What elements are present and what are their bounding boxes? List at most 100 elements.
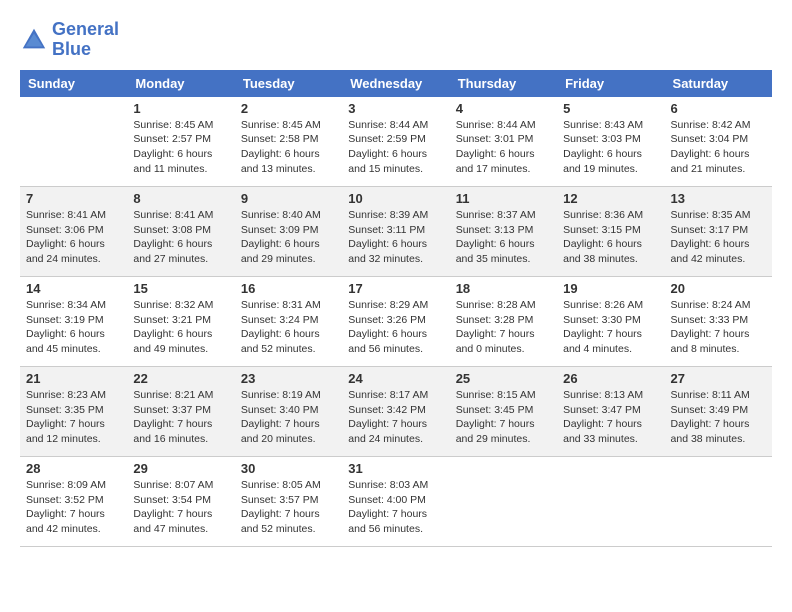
day-info: Sunrise: 8:15 AMSunset: 3:45 PMDaylight:… bbox=[456, 388, 551, 447]
calendar-cell: 26 Sunrise: 8:13 AMSunset: 3:47 PMDayligh… bbox=[557, 367, 664, 457]
day-number: 7 bbox=[26, 191, 121, 206]
calendar-cell: 18 Sunrise: 8:28 AMSunset: 3:28 PMDayligh… bbox=[450, 277, 557, 367]
calendar-cell: 13Sunrise: 8:35 AMSunset: 3:17 PMDayligh… bbox=[665, 187, 772, 277]
calendar-cell: 25 Sunrise: 8:15 AMSunset: 3:45 PMDayligh… bbox=[450, 367, 557, 457]
calendar-cell bbox=[450, 457, 557, 547]
calendar-cell: 21 Sunrise: 8:23 AMSunset: 3:35 PMDayligh… bbox=[20, 367, 127, 457]
day-info: Sunrise: 8:07 AMSunset: 3:54 PMDaylight:… bbox=[133, 478, 228, 537]
calendar-cell: 20Sunrise: 8:24 AMSunset: 3:33 PMDayligh… bbox=[665, 277, 772, 367]
day-number: 15 bbox=[133, 281, 228, 296]
day-info: Sunrise: 8:19 AMSunset: 3:40 PMDaylight:… bbox=[241, 388, 336, 447]
calendar-cell: 3 Sunrise: 8:44 AMSunset: 2:59 PMDaylight… bbox=[342, 97, 449, 187]
calendar-cell: 8 Sunrise: 8:41 AMSunset: 3:08 PMDaylight… bbox=[127, 187, 234, 277]
day-info: Sunrise: 8:43 AMSunset: 3:03 PMDaylight:… bbox=[563, 118, 658, 177]
day-info: Sunrise: 8:31 AMSunset: 3:24 PMDaylight:… bbox=[241, 298, 336, 357]
week-row-3: 14Sunrise: 8:34 AMSunset: 3:19 PMDayligh… bbox=[20, 277, 772, 367]
calendar-cell: 17 Sunrise: 8:29 AMSunset: 3:26 PMDayligh… bbox=[342, 277, 449, 367]
day-number: 20 bbox=[671, 281, 766, 296]
day-info: Sunrise: 8:29 AMSunset: 3:26 PMDaylight:… bbox=[348, 298, 443, 357]
day-number: 5 bbox=[563, 101, 658, 116]
calendar-cell: 11 Sunrise: 8:37 AMSunset: 3:13 PMDayligh… bbox=[450, 187, 557, 277]
day-number: 28 bbox=[26, 461, 121, 476]
day-number: 24 bbox=[348, 371, 443, 386]
day-header-wednesday: Wednesday bbox=[342, 70, 449, 97]
day-info: Sunrise: 8:45 AMSunset: 2:58 PMDaylight:… bbox=[241, 118, 336, 177]
week-row-1: 1 Sunrise: 8:45 AMSunset: 2:57 PMDaylight… bbox=[20, 97, 772, 187]
calendar-cell: 7 Sunrise: 8:41 AMSunset: 3:06 PMDaylight… bbox=[20, 187, 127, 277]
day-number: 6 bbox=[671, 101, 766, 116]
day-number: 12 bbox=[563, 191, 658, 206]
week-row-4: 21 Sunrise: 8:23 AMSunset: 3:35 PMDayligh… bbox=[20, 367, 772, 457]
day-info: Sunrise: 8:13 AMSunset: 3:47 PMDaylight:… bbox=[563, 388, 658, 447]
calendar-cell bbox=[20, 97, 127, 187]
week-row-5: 28 Sunrise: 8:09 AMSunset: 3:52 PMDayligh… bbox=[20, 457, 772, 547]
day-info: Sunrise: 8:35 AMSunset: 3:17 PMDaylight:… bbox=[671, 208, 766, 267]
day-info: Sunrise: 8:03 AMSunset: 4:00 PMDaylight:… bbox=[348, 478, 443, 537]
calendar-cell: 16 Sunrise: 8:31 AMSunset: 3:24 PMDayligh… bbox=[235, 277, 342, 367]
day-header-tuesday: Tuesday bbox=[235, 70, 342, 97]
day-number: 8 bbox=[133, 191, 228, 206]
day-number: 25 bbox=[456, 371, 551, 386]
day-info: Sunrise: 8:05 AMSunset: 3:57 PMDaylight:… bbox=[241, 478, 336, 537]
header-row: SundayMondayTuesdayWednesdayThursdayFrid… bbox=[20, 70, 772, 97]
day-number: 4 bbox=[456, 101, 551, 116]
day-number: 26 bbox=[563, 371, 658, 386]
day-info: Sunrise: 8:42 AMSunset: 3:04 PMDaylight:… bbox=[671, 118, 766, 177]
day-info: Sunrise: 8:44 AMSunset: 2:59 PMDaylight:… bbox=[348, 118, 443, 177]
page-header: General Blue bbox=[20, 20, 772, 60]
day-info: Sunrise: 8:09 AMSunset: 3:52 PMDaylight:… bbox=[26, 478, 121, 537]
day-info: Sunrise: 8:28 AMSunset: 3:28 PMDaylight:… bbox=[456, 298, 551, 357]
calendar-cell: 29 Sunrise: 8:07 AMSunset: 3:54 PMDayligh… bbox=[127, 457, 234, 547]
day-info: Sunrise: 8:41 AMSunset: 3:06 PMDaylight:… bbox=[26, 208, 121, 267]
calendar-cell: 1 Sunrise: 8:45 AMSunset: 2:57 PMDaylight… bbox=[127, 97, 234, 187]
day-info: Sunrise: 8:39 AMSunset: 3:11 PMDaylight:… bbox=[348, 208, 443, 267]
day-number: 18 bbox=[456, 281, 551, 296]
day-number: 27 bbox=[671, 371, 766, 386]
logo-text: General Blue bbox=[52, 20, 119, 60]
day-info: Sunrise: 8:11 AMSunset: 3:49 PMDaylight:… bbox=[671, 388, 766, 447]
day-info: Sunrise: 8:26 AMSunset: 3:30 PMDaylight:… bbox=[563, 298, 658, 357]
day-number: 11 bbox=[456, 191, 551, 206]
day-info: Sunrise: 8:44 AMSunset: 3:01 PMDaylight:… bbox=[456, 118, 551, 177]
day-number: 21 bbox=[26, 371, 121, 386]
calendar-cell: 24Sunrise: 8:17 AMSunset: 3:42 PMDayligh… bbox=[342, 367, 449, 457]
day-info: Sunrise: 8:32 AMSunset: 3:21 PMDaylight:… bbox=[133, 298, 228, 357]
calendar-cell: 2 Sunrise: 8:45 AMSunset: 2:58 PMDaylight… bbox=[235, 97, 342, 187]
day-info: Sunrise: 8:45 AMSunset: 2:57 PMDaylight:… bbox=[133, 118, 228, 177]
day-info: Sunrise: 8:23 AMSunset: 3:35 PMDaylight:… bbox=[26, 388, 121, 447]
day-number: 22 bbox=[133, 371, 228, 386]
day-number: 31 bbox=[348, 461, 443, 476]
day-number: 16 bbox=[241, 281, 336, 296]
day-number: 3 bbox=[348, 101, 443, 116]
calendar-cell: 30Sunrise: 8:05 AMSunset: 3:57 PMDayligh… bbox=[235, 457, 342, 547]
calendar-cell: 23 Sunrise: 8:19 AMSunset: 3:40 PMDayligh… bbox=[235, 367, 342, 457]
day-header-saturday: Saturday bbox=[665, 70, 772, 97]
calendar-cell: 27 Sunrise: 8:11 AMSunset: 3:49 PMDayligh… bbox=[665, 367, 772, 457]
calendar-cell: 19Sunrise: 8:26 AMSunset: 3:30 PMDayligh… bbox=[557, 277, 664, 367]
day-info: Sunrise: 8:40 AMSunset: 3:09 PMDaylight:… bbox=[241, 208, 336, 267]
calendar-cell: 31 Sunrise: 8:03 AMSunset: 4:00 PMDayligh… bbox=[342, 457, 449, 547]
calendar-cell: 4 Sunrise: 8:44 AMSunset: 3:01 PMDaylight… bbox=[450, 97, 557, 187]
calendar-cell bbox=[665, 457, 772, 547]
day-header-friday: Friday bbox=[557, 70, 664, 97]
calendar-cell: 15 Sunrise: 8:32 AMSunset: 3:21 PMDayligh… bbox=[127, 277, 234, 367]
day-info: Sunrise: 8:41 AMSunset: 3:08 PMDaylight:… bbox=[133, 208, 228, 267]
calendar-cell: 14Sunrise: 8:34 AMSunset: 3:19 PMDayligh… bbox=[20, 277, 127, 367]
day-info: Sunrise: 8:37 AMSunset: 3:13 PMDaylight:… bbox=[456, 208, 551, 267]
day-info: Sunrise: 8:36 AMSunset: 3:15 PMDaylight:… bbox=[563, 208, 658, 267]
calendar-table: SundayMondayTuesdayWednesdayThursdayFrid… bbox=[20, 70, 772, 548]
day-number: 1 bbox=[133, 101, 228, 116]
calendar-cell: 6 Sunrise: 8:42 AMSunset: 3:04 PMDaylight… bbox=[665, 97, 772, 187]
calendar-cell: 22Sunrise: 8:21 AMSunset: 3:37 PMDayligh… bbox=[127, 367, 234, 457]
day-number: 2 bbox=[241, 101, 336, 116]
day-number: 29 bbox=[133, 461, 228, 476]
day-info: Sunrise: 8:34 AMSunset: 3:19 PMDaylight:… bbox=[26, 298, 121, 357]
logo: General Blue bbox=[20, 20, 119, 60]
day-header-thursday: Thursday bbox=[450, 70, 557, 97]
calendar-cell: 10 Sunrise: 8:39 AMSunset: 3:11 PMDayligh… bbox=[342, 187, 449, 277]
calendar-cell bbox=[557, 457, 664, 547]
day-number: 23 bbox=[241, 371, 336, 386]
week-row-2: 7 Sunrise: 8:41 AMSunset: 3:06 PMDaylight… bbox=[20, 187, 772, 277]
day-number: 17 bbox=[348, 281, 443, 296]
day-number: 10 bbox=[348, 191, 443, 206]
